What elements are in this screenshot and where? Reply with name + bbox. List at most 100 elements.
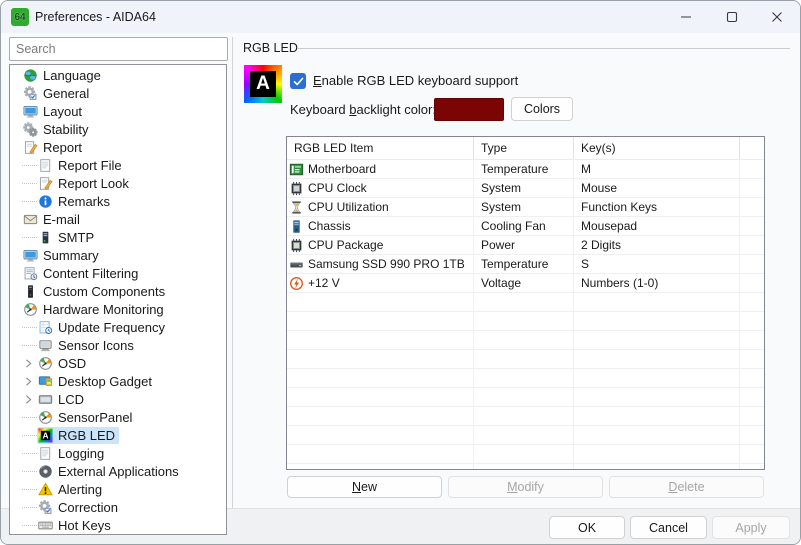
cell-item: CPU Utilization (287, 198, 473, 216)
cell-keys: S (573, 255, 739, 273)
cell-type: Voltage (473, 274, 573, 292)
sidebar-item-alerting[interactable]: Alerting (10, 480, 226, 498)
small-monitor-icon (38, 338, 53, 353)
sidebar-item-label: Report File (58, 158, 122, 173)
table-row[interactable]: CPU ClockSystemMouse (287, 179, 764, 198)
hourglass-icon (289, 200, 304, 215)
envelope-icon (23, 212, 38, 227)
column-header-key-s: Key(s) (573, 137, 739, 159)
sidebar-item-remarks[interactable]: Remarks (10, 192, 226, 210)
sidebar-item-label: Alerting (58, 482, 102, 497)
chevron-right-icon[interactable] (22, 392, 37, 407)
table-row[interactable]: CPU PackagePower2 Digits (287, 236, 764, 255)
sidebar-item-external-applications[interactable]: External Applications (10, 462, 226, 480)
table-row[interactable]: MotherboardTemperatureM (287, 160, 764, 179)
aida64-app-icon: 64 (11, 8, 29, 26)
search-input[interactable] (9, 37, 228, 61)
table-header: RGB LED ItemTypeKey(s) (287, 137, 764, 160)
cell-type: Temperature (473, 255, 573, 273)
table-empty-row (287, 350, 764, 369)
ok-button[interactable]: OK (549, 516, 625, 539)
sidebar-item-hardware-monitoring[interactable]: Hardware Monitoring (10, 300, 226, 318)
sidebar-item-label: Hot Keys (58, 518, 111, 533)
table-row[interactable]: CPU UtilizationSystemFunction Keys (287, 198, 764, 217)
sidebar-item-osd[interactable]: OSD (10, 354, 226, 372)
cancel-button[interactable]: Cancel (630, 516, 707, 539)
sidebar-item-hot-keys[interactable]: Hot Keys (10, 516, 226, 534)
sidebar-item-sensorpanel[interactable]: SensorPanel (10, 408, 226, 426)
gauge-icon (23, 302, 38, 317)
svg-text:A: A (42, 430, 48, 440)
table-empty-row (287, 464, 764, 470)
sidebar-item-lcd[interactable]: LCD (10, 390, 226, 408)
apply-button[interactable]: Apply (712, 516, 790, 539)
ssd-icon (289, 257, 304, 272)
gauge-icon (38, 410, 53, 425)
cell-keys: Function Keys (573, 198, 739, 216)
document-icon (38, 446, 53, 461)
preferences-dialog: 64 Preferences - AIDA64 LanguageGeneralL… (0, 0, 801, 545)
cell-item: Chassis (287, 217, 473, 235)
tree-connector (22, 507, 37, 508)
titlebar[interactable]: 64 Preferences - AIDA64 (1, 1, 800, 33)
server-icon (38, 230, 53, 245)
cell-item: Samsung SSD 990 PRO 1TB (287, 255, 473, 273)
cell-type: Temperature (473, 160, 573, 178)
checkmark-icon (293, 76, 304, 87)
rgb-led-icon: A (38, 428, 53, 443)
maximize-button[interactable] (709, 1, 754, 33)
close-button[interactable] (754, 1, 799, 33)
sidebar-item-rgb-led[interactable]: ARGB LED (10, 426, 226, 444)
table-row[interactable]: Samsung SSD 990 PRO 1TBTemperatureS (287, 255, 764, 274)
sidebar-item-summary[interactable]: Summary (10, 246, 226, 264)
cell-item: CPU Clock (287, 179, 473, 197)
table-empty-row (287, 369, 764, 388)
cell-blank (739, 160, 764, 178)
sidebar-item-label: LCD (58, 392, 84, 407)
sidebar-item-update-frequency[interactable]: Update Frequency (10, 318, 226, 336)
sidebar-tree: LanguageGeneralLayoutStabilityReport Repo… (9, 64, 227, 535)
sidebar-item-report-file[interactable]: Report File (10, 156, 226, 174)
sidebar-item-desktop-gadget[interactable]: Desktop Gadget (10, 372, 226, 390)
list-buttons: New Modify Delete (287, 476, 764, 498)
report-pencil-icon (23, 140, 38, 155)
sidebar-item-general[interactable]: General (10, 84, 226, 102)
minimize-button[interactable] (663, 1, 708, 33)
tree-connector (22, 165, 37, 166)
sidebar-item-e-mail[interactable]: E-mail (10, 210, 226, 228)
sidebar-item-report-look[interactable]: Report Look (10, 174, 226, 192)
new-button[interactable]: New (287, 476, 442, 498)
delete-button[interactable]: Delete (609, 476, 764, 498)
cell-item: CPU Package (287, 236, 473, 254)
chevron-right-icon[interactable] (22, 374, 37, 389)
chevron-right-icon[interactable] (22, 356, 37, 371)
report-pencil-icon (38, 176, 53, 191)
table-empty-row (287, 312, 764, 331)
sidebar-item-smtp[interactable]: SMTP (10, 228, 226, 246)
tree-connector (22, 489, 37, 490)
sidebar-item-label: Summary (43, 248, 99, 263)
sidebar-item-label: Sensor Icons (58, 338, 134, 353)
sidebar-item-sensor-icons[interactable]: Sensor Icons (10, 336, 226, 354)
sidebar-item-layout[interactable]: Layout (10, 102, 226, 120)
table-row[interactable]: ChassisCooling FanMousepad (287, 217, 764, 236)
document-icon (38, 158, 53, 173)
table-empty-row (287, 331, 764, 350)
tree-connector (22, 327, 37, 328)
sidebar-item-label: Correction (58, 500, 118, 515)
enable-rgb-checkbox[interactable] (290, 73, 306, 89)
gear-check-icon (38, 500, 53, 515)
cell-type: System (473, 179, 573, 197)
sidebar-item-custom-components[interactable]: Custom Components (10, 282, 226, 300)
sidebar-item-language[interactable]: Language (10, 66, 226, 84)
sidebar-item-correction[interactable]: Correction (10, 498, 226, 516)
sidebar-item-stability[interactable]: Stability (10, 120, 226, 138)
colors-button[interactable]: Colors (511, 97, 573, 121)
sidebar-item-logging[interactable]: Logging (10, 444, 226, 462)
table-row[interactable]: +12 VVoltageNumbers (1-0) (287, 274, 764, 293)
table-empty-row (287, 426, 764, 445)
modify-button[interactable]: Modify (448, 476, 603, 498)
sidebar-item-content-filtering[interactable]: Content Filtering (10, 264, 226, 282)
chassis-icon (289, 219, 304, 234)
sidebar-item-report[interactable]: Report (10, 138, 226, 156)
